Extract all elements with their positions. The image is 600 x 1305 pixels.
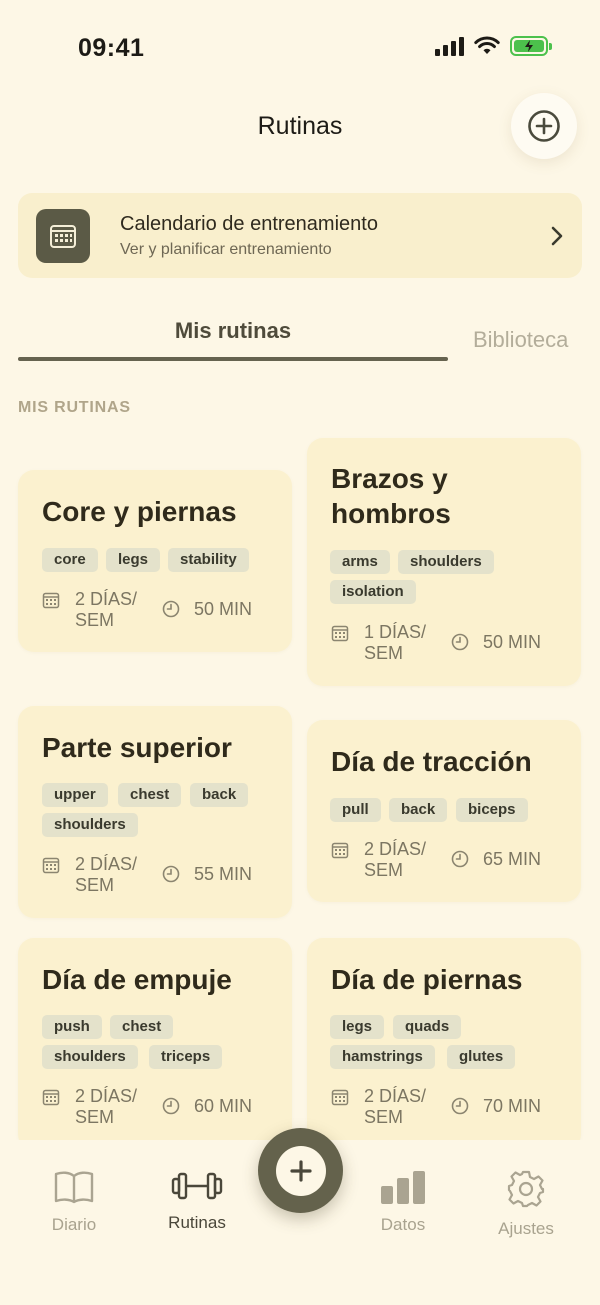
routine-card[interactable]: Brazos y hombros arms shoulders isolatio… xyxy=(307,438,581,686)
nav-label: Rutinas xyxy=(168,1213,226,1232)
routine-title: Brazos y hombros xyxy=(331,463,451,529)
routine-tag: legs xyxy=(106,548,161,572)
plus-icon xyxy=(289,1159,312,1182)
calendar-icon xyxy=(331,842,349,859)
calendar-card-title: Calendario de entrenamiento xyxy=(120,213,378,235)
clock-icon xyxy=(162,865,180,883)
nav-item-diario[interactable]: Diario xyxy=(19,1170,129,1235)
battery-icon xyxy=(510,36,552,56)
routine-tag: quads xyxy=(393,1015,462,1039)
fab-inner xyxy=(275,1145,326,1196)
nav-item-rutinas[interactable]: Rutinas xyxy=(142,1170,252,1233)
nav-item-ajustes[interactable]: Ajustes xyxy=(471,1170,581,1239)
calendar-icon xyxy=(42,1089,60,1106)
routine-tag: shoulders xyxy=(42,1045,138,1069)
routine-tag: glutes xyxy=(447,1045,516,1069)
nav-label: Ajustes xyxy=(498,1219,554,1238)
routine-title: Parte superior xyxy=(42,732,232,763)
routine-duration: 50 MIN xyxy=(483,632,542,652)
start-workout-button[interactable] xyxy=(258,1128,343,1213)
routine-card[interactable]: Parte superior upper chest back shoulder… xyxy=(18,706,292,918)
routine-duration: 50 MIN xyxy=(194,599,253,619)
routine-tag: upper xyxy=(42,783,108,807)
section-label: MIS RUTINAS xyxy=(18,399,131,416)
routine-tag: shoulders xyxy=(42,813,138,837)
chevron-right-icon xyxy=(551,226,563,246)
routine-tag: hamstrings xyxy=(330,1045,435,1069)
clock-icon xyxy=(451,1097,469,1115)
routine-tag: triceps xyxy=(149,1045,223,1069)
status-bar: 09:41 xyxy=(0,0,600,96)
routine-title: Core y piernas xyxy=(42,496,237,527)
training-calendar-card[interactable]: Calendario de entrenamiento Ver y planif… xyxy=(18,193,582,278)
routine-duration: 55 MIN xyxy=(194,864,253,884)
routine-title: Día de piernas xyxy=(331,964,523,995)
routine-days: 2 DÍAS/ SEM xyxy=(75,854,138,895)
nav-label: Datos xyxy=(380,1215,426,1234)
book-icon xyxy=(54,1171,94,1204)
routine-duration: 60 MIN xyxy=(194,1096,253,1116)
clock-icon xyxy=(451,633,469,651)
routine-tag: pull xyxy=(330,798,381,822)
status-icons xyxy=(435,36,552,56)
routine-tag: stability xyxy=(168,548,249,572)
clock-icon xyxy=(162,1097,180,1115)
routine-duration: 65 MIN xyxy=(483,849,542,869)
signal-icon xyxy=(435,36,464,56)
nav-label: Diario xyxy=(51,1215,97,1234)
calendar-icon xyxy=(42,857,60,874)
clock-icon xyxy=(451,850,469,868)
routine-card[interactable]: Día de piernas legs quads hamstrings glu… xyxy=(307,938,581,1150)
routine-tag: shoulders xyxy=(398,550,494,574)
calendar-icon xyxy=(331,1089,349,1106)
plus-circle-icon xyxy=(528,110,560,142)
wifi-icon xyxy=(474,36,500,54)
routine-days: 2 DÍAS/ SEM xyxy=(75,1086,138,1127)
dumbbell-icon xyxy=(171,1172,223,1200)
calendar-icon xyxy=(331,625,349,642)
routine-card[interactable]: Día de tracción pull back biceps 2 DÍAS/… xyxy=(307,720,581,902)
routine-tag: back xyxy=(389,798,448,822)
routine-days: 2 DÍAS/ SEM xyxy=(364,1086,427,1127)
active-tab-indicator xyxy=(18,357,448,361)
clock-icon xyxy=(162,600,180,618)
page-title: Rutinas xyxy=(257,112,343,140)
status-time: 09:41 xyxy=(78,34,145,62)
routine-tag: core xyxy=(42,548,98,572)
gear-icon xyxy=(507,1170,545,1208)
calendar-icon xyxy=(36,209,90,263)
routine-tag: back xyxy=(190,783,249,807)
routine-tag: biceps xyxy=(456,798,528,822)
routine-card[interactable]: Día de empuje push chest shoulders trice… xyxy=(18,938,292,1150)
routine-tag: isolation xyxy=(330,580,416,604)
add-routine-button[interactable] xyxy=(511,93,577,159)
routine-title: Día de tracción xyxy=(331,746,532,777)
bar-chart-icon xyxy=(381,1171,425,1204)
calendar-card-subtitle: Ver y planificar entrenamiento xyxy=(120,241,332,258)
routine-days: 1 DÍAS/ SEM xyxy=(364,622,427,663)
routine-tag: chest xyxy=(110,1015,174,1039)
routine-duration: 70 MIN xyxy=(483,1096,542,1116)
routine-tag: legs xyxy=(330,1015,385,1039)
routine-days: 2 DÍAS/ SEM xyxy=(364,839,427,880)
nav-item-datos[interactable]: Datos xyxy=(348,1170,458,1235)
routine-tag: arms xyxy=(330,550,390,574)
tab-my-routines[interactable]: Mis rutinas xyxy=(18,318,448,344)
routine-title: Día de empuje xyxy=(42,964,232,995)
routine-card[interactable]: Core y piernas core legs stability 2 DÍA… xyxy=(18,470,292,652)
calendar-icon xyxy=(42,592,60,609)
routine-tag: chest xyxy=(118,783,182,807)
tab-library[interactable]: Biblioteca xyxy=(473,327,568,353)
routine-days: 2 DÍAS/ SEM xyxy=(75,589,138,630)
routine-tag: push xyxy=(42,1015,102,1039)
